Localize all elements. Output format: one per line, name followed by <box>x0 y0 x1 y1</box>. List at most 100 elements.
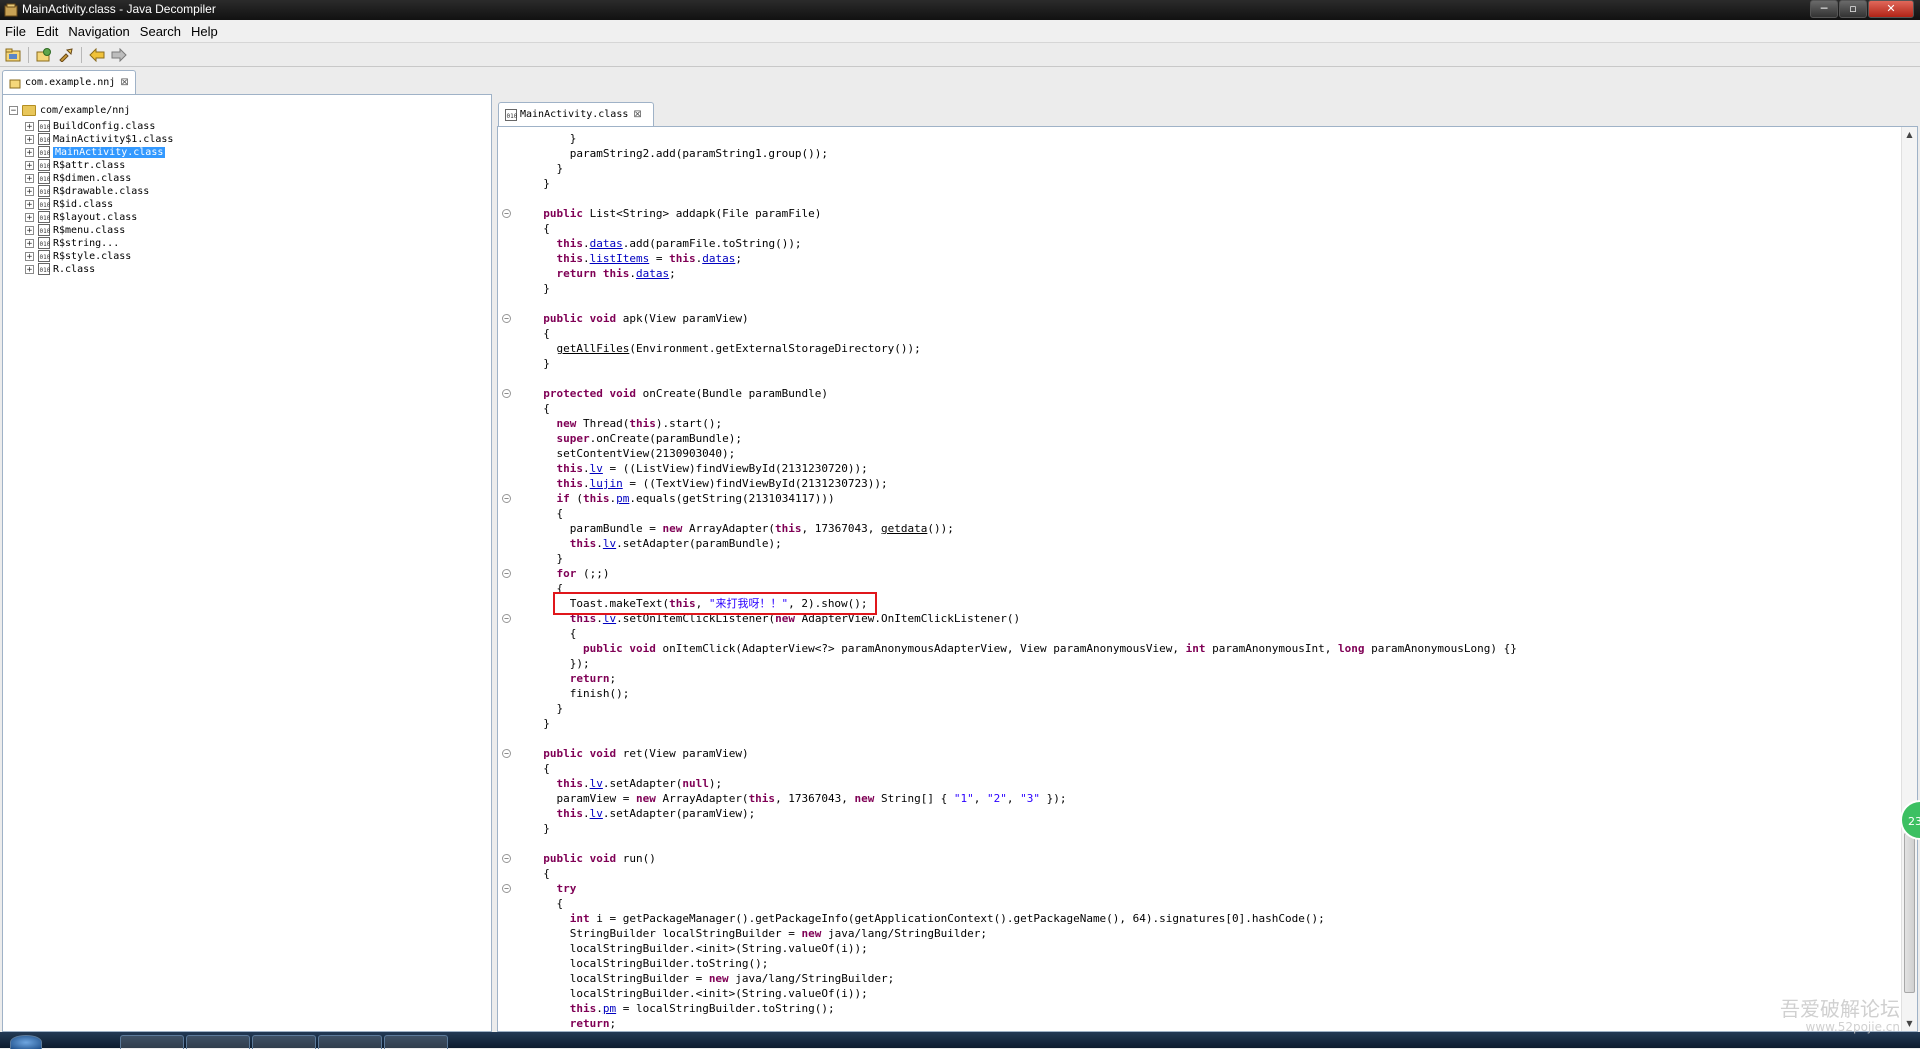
code-line: } <box>530 177 550 190</box>
code-line: this.datas.add(paramFile.toString()); <box>556 237 802 250</box>
search-icon <box>59 47 73 62</box>
code-line: this.listItems = this.datas; <box>556 252 742 265</box>
taskbar <box>0 1032 1920 1049</box>
taskbar-item[interactable] <box>252 1035 316 1049</box>
expand-icon[interactable]: + <box>25 147 34 157</box>
menu-help[interactable]: Help <box>186 24 223 39</box>
fold-gutter: − − − − − − − − − <box>498 127 516 1031</box>
code-line: } <box>530 132 577 145</box>
fold-toggle-icon[interactable]: − <box>502 569 511 578</box>
code-line: public void run() <box>543 852 656 865</box>
expand-icon[interactable]: + <box>25 199 34 209</box>
scroll-down-arrow[interactable]: ▼ <box>1902 1016 1917 1031</box>
expand-icon[interactable]: + <box>25 251 34 261</box>
expand-icon[interactable]: + <box>25 173 34 183</box>
maximize-button[interactable]: ▫ <box>1839 0 1867 18</box>
taskbar-item[interactable] <box>318 1035 382 1049</box>
code-line: this.lujin = ((TextView)findViewById(213… <box>556 477 888 490</box>
code-line: } <box>530 282 550 295</box>
start-button[interactable] <box>10 1035 42 1049</box>
app-icon <box>4 3 18 17</box>
close-button[interactable]: ✕ <box>1868 0 1914 18</box>
fold-toggle-icon[interactable]: − <box>502 494 511 503</box>
svg-text:010: 010 <box>40 267 51 274</box>
code-line: this.lv.setAdapter(null); <box>556 777 723 790</box>
source-code[interactable]: } paramString2.add(paramString1.group())… <box>530 131 1517 1031</box>
menu-edit[interactable]: Edit <box>31 24 63 39</box>
taskbar-item[interactable] <box>186 1035 250 1049</box>
fold-toggle-icon[interactable]: − <box>502 884 511 893</box>
fold-toggle-icon[interactable]: − <box>502 314 511 323</box>
expand-icon[interactable]: + <box>25 238 34 248</box>
toolbar <box>0 43 1920 67</box>
vertical-scrollbar[interactable]: ▲ ▼ <box>1901 127 1917 1031</box>
taskbar-item[interactable] <box>384 1035 448 1049</box>
forward-arrow-icon <box>111 47 127 62</box>
code-line: localStringBuilder.<init>(String.valueOf… <box>530 942 868 955</box>
folder-icon <box>22 104 36 116</box>
scroll-up-arrow[interactable]: ▲ <box>1902 127 1917 142</box>
back-arrow-icon <box>89 47 105 62</box>
collapse-icon[interactable]: − <box>9 105 18 115</box>
code-line: Toast.makeText(this, "来打我呀！！", 2).show()… <box>530 597 868 610</box>
code-editor[interactable]: − − − − − − − − − } paramString2.add(paramString… <box>497 126 1918 1032</box>
tree-item-label: R$string... <box>53 237 120 249</box>
code-line: return; <box>569 672 617 685</box>
expand-icon[interactable]: + <box>25 264 34 274</box>
tab-mainactivity[interactable]: 010 MainActivity.class ⊠ <box>498 102 654 126</box>
tree-item[interactable]: +010 R.class <box>25 261 95 277</box>
toolbar-separator <box>28 46 29 63</box>
tree-item-label: R$dimen.class <box>53 172 132 184</box>
expand-icon[interactable]: + <box>25 186 34 196</box>
expand-icon[interactable]: + <box>25 212 34 222</box>
taskbar-item[interactable] <box>120 1035 184 1049</box>
close-tab-icon[interactable]: ⊠ <box>120 77 128 88</box>
tree-item-label: MainActivity$1.class <box>53 133 174 145</box>
fold-toggle-icon[interactable]: − <box>502 389 511 398</box>
tree-item-label: R$attr.class <box>53 159 126 171</box>
svg-text:010: 010 <box>40 189 51 196</box>
code-line: try <box>556 882 577 895</box>
close-tab-icon[interactable]: ⊠ <box>633 109 641 120</box>
code-line: this.lv.setAdapter(paramView); <box>556 807 756 820</box>
menu-navigation[interactable]: Navigation <box>63 24 134 39</box>
fold-toggle-icon[interactable]: − <box>502 614 511 623</box>
window-title: MainActivity.class - Java Decompiler <box>22 2 216 16</box>
fold-toggle-icon[interactable]: − <box>502 209 511 218</box>
menu-file[interactable]: File <box>0 24 31 39</box>
class-file-icon: 010 <box>505 108 518 121</box>
svg-text:010: 010 <box>507 113 518 120</box>
expand-icon[interactable]: + <box>25 121 34 131</box>
code-line: localStringBuilder = new java/lang/Strin… <box>530 972 895 985</box>
code-line: } <box>530 717 550 730</box>
open-file-button[interactable] <box>2 45 24 65</box>
svg-text:010: 010 <box>40 202 51 209</box>
menu-search[interactable]: Search <box>135 24 186 39</box>
expand-icon[interactable]: + <box>25 225 34 235</box>
code-line: StringBuilder localStringBuilder = new j… <box>530 927 987 940</box>
tab-package[interactable]: com.example.nnj ⊠ <box>2 70 136 94</box>
left-tab-bar: com.example.nnj ⊠ <box>0 68 494 94</box>
open-type-button[interactable] <box>33 45 55 65</box>
scroll-thumb[interactable] <box>1904 833 1915 993</box>
tree-root[interactable]: − com/example/nnj <box>9 102 130 118</box>
expand-icon[interactable]: + <box>25 134 34 144</box>
back-button[interactable] <box>86 45 108 65</box>
svg-text:010: 010 <box>40 215 51 222</box>
fold-toggle-icon[interactable]: − <box>502 749 511 758</box>
code-line: return this.datas; <box>556 267 676 280</box>
code-line: finish(); <box>530 687 630 700</box>
code-line: this.lv = ((ListView)findViewById(213123… <box>556 462 868 475</box>
open-file-icon <box>5 48 21 61</box>
expand-icon[interactable]: + <box>25 160 34 170</box>
fold-toggle-icon[interactable]: − <box>502 854 511 863</box>
search-button[interactable] <box>55 45 77 65</box>
code-line: { <box>530 222 550 235</box>
forward-button[interactable] <box>108 45 130 65</box>
minimize-button[interactable]: ─ <box>1810 0 1838 18</box>
tab-mainactivity-label: MainActivity.class <box>520 109 629 120</box>
